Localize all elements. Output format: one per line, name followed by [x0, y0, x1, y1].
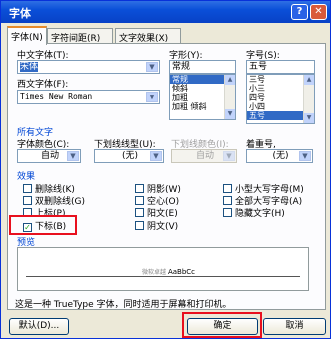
font-style-list[interactable]: 常规 倾斜 加粗 加粗 倾斜 ▲ ▼ [169, 74, 236, 120]
checkbox-box[interactable] [135, 196, 144, 205]
chinese-font-value: 宋体 [20, 62, 39, 72]
chevron-down-icon[interactable]: ▼ [67, 151, 79, 161]
font-color-combobox[interactable]: 自动 ▼ [17, 149, 81, 163]
font-info-text: 这是一种 TrueType 字体，同时适用于屏幕和打印机。 [15, 300, 232, 310]
preview-sample-cn: 微软卓越 [142, 269, 167, 276]
close-button[interactable]: ✕ [310, 4, 327, 20]
checkbox-label: 隐藏文字(H) [235, 209, 285, 219]
scroll-down-icon[interactable]: ▼ [304, 113, 314, 123]
font-dialog: 字体 ? ✕ 字体(N) 字符间距(R) 文字效果(X) 中文字体(T): 宋体… [0, 0, 331, 339]
effects-section-title: 效果 [17, 172, 36, 182]
dialog-title: 字体 [9, 7, 31, 20]
checkbox-box[interactable] [223, 196, 232, 205]
checkbox-label: 阳文(E) [147, 209, 178, 219]
font-style-input[interactable]: 常规 [169, 60, 236, 74]
chevron-down-icon[interactable]: ▼ [146, 92, 158, 102]
underline-color-combobox: 自动 ▼ [171, 149, 237, 163]
checkbox-box[interactable] [23, 184, 32, 193]
underline-style-combobox[interactable]: (无) ▼ [94, 149, 164, 163]
scroll-up-icon[interactable]: ▲ [304, 75, 314, 85]
checkbox-box[interactable] [135, 221, 144, 230]
scroll-up-icon[interactable]: ▲ [225, 75, 235, 85]
chevron-down-icon[interactable]: ▼ [150, 151, 162, 161]
underline-color-value: 自动 [195, 151, 214, 161]
engrave-checkbox[interactable]: 阴文(V) [135, 219, 178, 232]
highlight-frame [182, 312, 262, 338]
scrollbar[interactable]: ▲ ▼ [224, 75, 235, 119]
tab-font[interactable]: 字体(N) [7, 26, 47, 45]
scrollbar[interactable]: ▲ ▼ [303, 75, 314, 123]
preview-box: 微软卓越 AaBbCc [17, 247, 309, 291]
tab-character-spacing[interactable]: 字符间距(R) [47, 28, 113, 44]
preview-sample: 微软卓越 AaBbCc [142, 267, 195, 276]
chevron-down-icon[interactable]: ▼ [146, 62, 158, 72]
highlight-frame [9, 215, 77, 235]
checkbox-box[interactable] [223, 184, 232, 193]
checkbox-box[interactable] [23, 196, 32, 205]
underline-style-value: (无) [121, 151, 139, 161]
default-button[interactable]: 默认(D)... [9, 318, 69, 335]
western-font-value: Times New Roman [20, 92, 93, 101]
tab-text-effects[interactable]: 文字效果(X) [115, 28, 181, 44]
hidden-text-checkbox[interactable]: 隐藏文字(H) [223, 206, 285, 219]
cancel-button[interactable]: 取消 [263, 318, 326, 335]
chevron-down-icon[interactable]: ▼ [299, 151, 311, 161]
preview-baseline [26, 276, 300, 277]
font-size-input[interactable]: 五号 [246, 60, 315, 74]
scroll-down-icon[interactable]: ▼ [225, 109, 235, 119]
western-font-combobox[interactable]: Times New Roman ▼ [17, 90, 160, 104]
western-font-label: 西文字体(F): [17, 80, 69, 90]
help-button[interactable]: ? [291, 4, 308, 20]
emboss-checkbox[interactable]: 阳文(E) [135, 206, 178, 219]
chevron-down-icon: ▼ [223, 151, 235, 161]
checkbox-box[interactable] [135, 184, 144, 193]
checkbox-box[interactable] [223, 208, 232, 217]
preview-sample-en: AaBbCc [167, 268, 195, 276]
font-size-list[interactable]: 三号 小三 四号 小四 五号 ▲ ▼ [246, 74, 315, 124]
emphasis-value: (无) [272, 151, 289, 161]
title-bar: 字体 ? ✕ [1, 1, 330, 23]
checkbox-label: 阴文(V) [147, 222, 179, 232]
checkbox-box[interactable] [135, 208, 144, 217]
chinese-font-combobox[interactable]: 宋体 ▼ [17, 60, 160, 74]
font-color-value: 自动 [40, 151, 59, 161]
emphasis-combobox[interactable]: (无) ▼ [246, 149, 313, 163]
